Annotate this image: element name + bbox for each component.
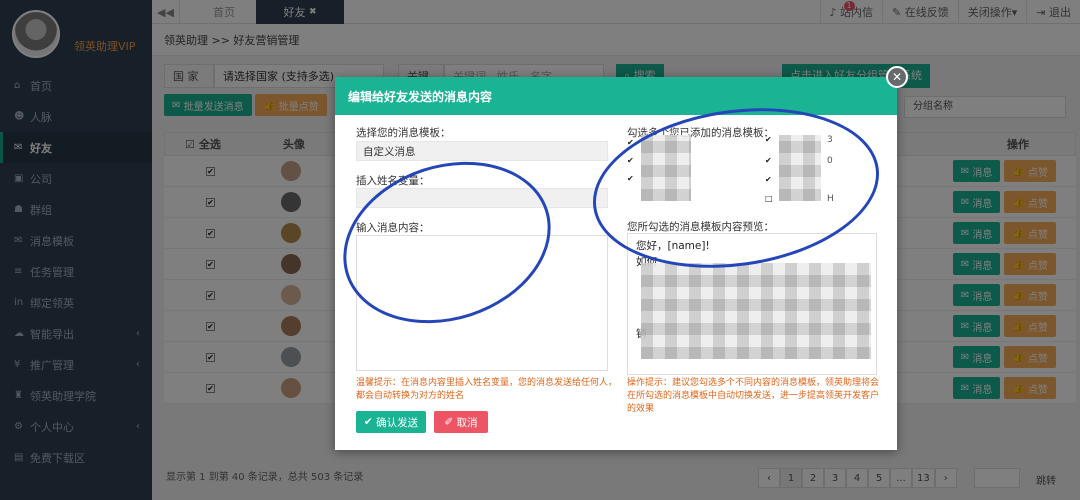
cancel-button[interactable]: ✐ 取消 [434, 411, 488, 433]
confirm-send-button[interactable]: ✔ 确认发送 [356, 411, 426, 433]
tip-right: 操作提示：建议您勾选多个不同内容的消息模板，领英助理将会在所勾选的消息模板中自动… [627, 378, 880, 414]
confirm-send-label: 确认发送 [376, 416, 419, 429]
close-icon: ✕ [891, 70, 903, 84]
eraser-icon: ✐ [444, 416, 454, 428]
tip-left: 温馨提示：在消息内容里插入姓名变量，您的消息发送给任何人，都会自动转换为对方的姓… [356, 378, 618, 401]
modal-title: 编辑给好友发送的消息内容 [335, 77, 897, 115]
template-label: 选择您的消息模板： [356, 127, 451, 139]
template-select[interactable]: 自定义消息 [356, 141, 608, 161]
cancel-label: 取消 [456, 416, 478, 429]
modal-close-button[interactable]: ✕ [886, 66, 908, 88]
redacted-preview-text [641, 263, 871, 359]
check-icon: ✔ [363, 416, 373, 428]
